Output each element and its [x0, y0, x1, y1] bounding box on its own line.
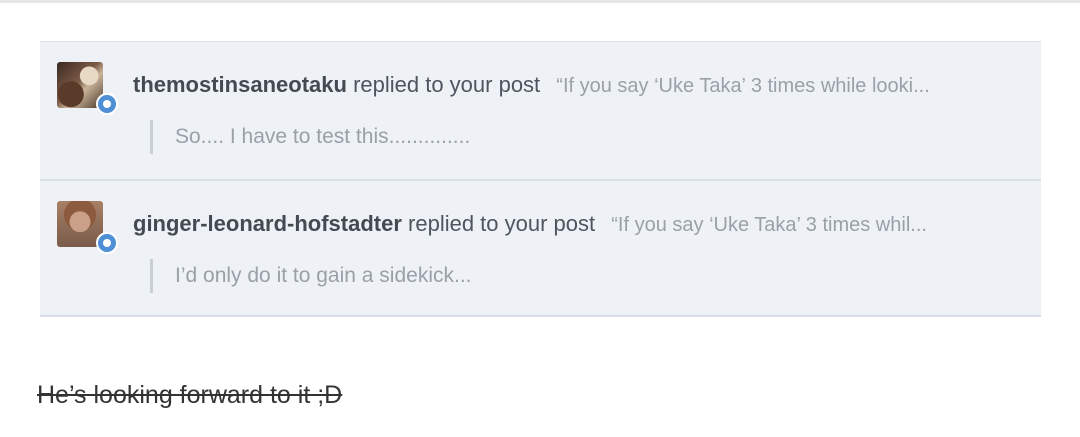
notification-action: replied to your post: [353, 72, 541, 97]
reply-bubble-icon: [96, 93, 118, 115]
post-excerpt-link[interactable]: “If you say ‘Uke Taka’ 3 times whil...: [611, 214, 927, 236]
username-link[interactable]: ginger-leonard-hofstadter: [133, 211, 402, 236]
notification-item[interactable]: themostinsaneotaku replied to your post …: [40, 42, 1041, 179]
reply-bubble-icon: [96, 232, 118, 254]
notification-headline: themostinsaneotaku replied to your post …: [133, 72, 1033, 99]
notification-action: replied to your post: [408, 211, 596, 236]
post-excerpt-link[interactable]: “If you say ‘Uke Taka’ 3 times while loo…: [556, 75, 929, 97]
notifications-panel: themostinsaneotaku replied to your post …: [40, 41, 1041, 317]
username-link[interactable]: themostinsaneotaku: [133, 72, 347, 97]
top-divider: [0, 0, 1080, 3]
reply-text: So.... I have to test this..............: [150, 120, 470, 154]
strikethrough-caption: He’s looking forward to it ;D: [37, 381, 343, 409]
notification-headline: ginger-leonard-hofstadter replied to you…: [133, 211, 1033, 238]
notification-item[interactable]: ginger-leonard-hofstadter replied to you…: [40, 179, 1041, 316]
reply-text: I’d only do it to gain a sidekick...: [150, 259, 472, 293]
